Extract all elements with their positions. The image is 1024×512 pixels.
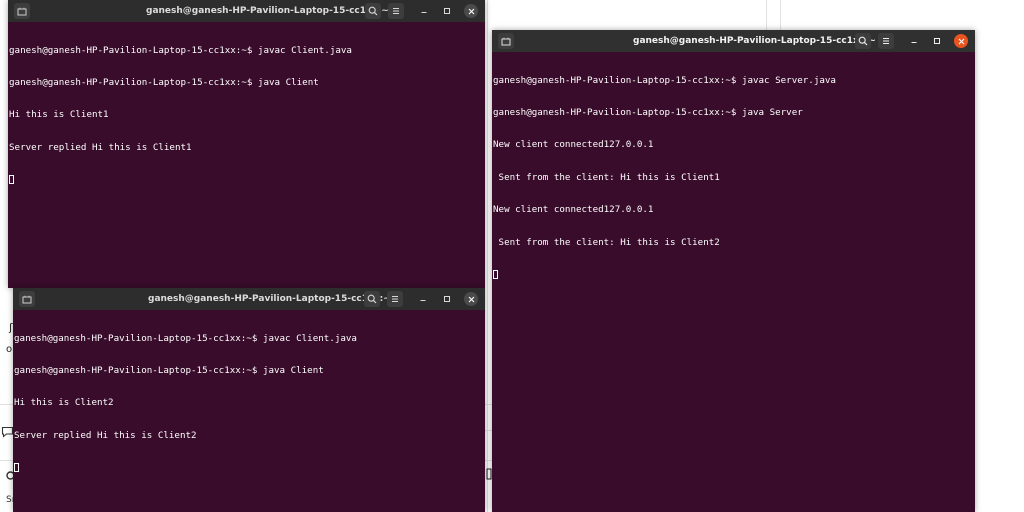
minimize-icon[interactable]: [906, 33, 922, 49]
bg-divider: [0, 460, 14, 461]
terminal-window-client2[interactable]: ganesh@ganesh-HP-Pavilion-Laptop-15-cc1x…: [13, 288, 485, 512]
terminal-line: ganesh@ganesh-HP-Pavilion-Laptop-15-cc1x…: [493, 106, 803, 118]
maximize-icon[interactable]: [439, 291, 455, 307]
text-cursor: [9, 175, 14, 185]
text-cursor: [493, 269, 498, 279]
maximize-icon[interactable]: [929, 33, 945, 49]
terminal-line: Hi this is Client1: [9, 109, 109, 121]
window-title: ganesh@ganesh-HP-Pavilion-Laptop-15-cc1x…: [633, 36, 876, 46]
window-title: ganesh@ganesh-HP-Pavilion-Laptop-15-cc1x…: [148, 294, 391, 304]
terminal-line: ganesh@ganesh-HP-Pavilion-Laptop-15-cc1x…: [14, 332, 357, 344]
search-icon[interactable]: [365, 3, 381, 19]
search-icon[interactable]: [364, 291, 380, 307]
close-icon[interactable]: [954, 34, 968, 48]
bg-divider: [487, 0, 488, 512]
terminal-line: Server replied Hi this is Client1: [9, 141, 192, 153]
close-icon[interactable]: [464, 4, 478, 18]
maximize-icon[interactable]: [439, 3, 455, 19]
new-tab-icon[interactable]: [498, 33, 514, 49]
terminal-line: ganesh@ganesh-HP-Pavilion-Laptop-15-cc1x…: [493, 74, 836, 86]
terminal-line: Sent from the client: Hi this is Client2: [493, 236, 720, 248]
terminal-window-server[interactable]: ganesh@ganesh-HP-Pavilion-Laptop-15-cc1x…: [492, 30, 975, 512]
minimize-icon[interactable]: [415, 291, 431, 307]
terminal-window-client1[interactable]: ganesh@ganesh-HP-Pavilion-Laptop-15-cc1x…: [8, 0, 485, 288]
terminal-line: New client connected127.0.0.1: [493, 139, 654, 151]
titlebar[interactable]: ganesh@ganesh-HP-Pavilion-Laptop-15-cc1x…: [492, 30, 975, 52]
terminal-line: New client connected127.0.0.1: [493, 204, 654, 216]
terminal-line: Sent from the client: Hi this is Client1: [493, 171, 720, 183]
text-cursor: [14, 463, 19, 473]
window-title: ganesh@ganesh-HP-Pavilion-Laptop-15-cc1x…: [146, 6, 389, 16]
terminal-line: Server replied Hi this is Client2: [14, 429, 197, 441]
minimize-icon[interactable]: [416, 3, 432, 19]
bg-text: o: [6, 344, 13, 355]
hamburger-menu-icon[interactable]: [388, 3, 404, 19]
terminal-output[interactable]: ganesh@ganesh-HP-Pavilion-Laptop-15-cc1x…: [493, 54, 971, 512]
terminal-output[interactable]: ganesh@ganesh-HP-Pavilion-Laptop-15-cc1x…: [14, 312, 481, 512]
terminal-output[interactable]: ganesh@ganesh-HP-Pavilion-Laptop-15-cc1x…: [9, 24, 481, 288]
new-tab-icon[interactable]: [14, 3, 30, 19]
bg-divider: [0, 404, 14, 405]
titlebar[interactable]: ganesh@ganesh-HP-Pavilion-Laptop-15-cc1x…: [13, 288, 485, 310]
hamburger-menu-icon[interactable]: [878, 33, 894, 49]
titlebar[interactable]: ganesh@ganesh-HP-Pavilion-Laptop-15-cc1x…: [8, 0, 485, 22]
hamburger-menu-icon[interactable]: [387, 291, 403, 307]
new-tab-icon[interactable]: [19, 291, 35, 307]
terminal-line: ganesh@ganesh-HP-Pavilion-Laptop-15-cc1x…: [9, 76, 319, 88]
terminal-line: ganesh@ganesh-HP-Pavilion-Laptop-15-cc1x…: [9, 44, 352, 56]
close-icon[interactable]: [464, 292, 478, 306]
terminal-line: Hi this is Client2: [14, 397, 114, 409]
terminal-line: ganesh@ganesh-HP-Pavilion-Laptop-15-cc1x…: [14, 364, 324, 376]
search-icon[interactable]: [855, 33, 871, 49]
